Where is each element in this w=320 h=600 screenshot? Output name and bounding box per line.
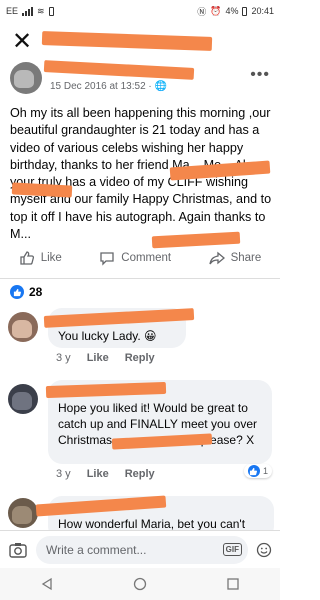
comment-1-avatar[interactable] (8, 312, 38, 342)
back-icon[interactable] (40, 577, 54, 591)
small-battery-icon (48, 6, 54, 16)
status-left: EE ≋ (6, 6, 54, 17)
post-author-row: 15 Dec 2016 at 13:52 · 🌐 ••• (10, 60, 272, 98)
system-nav-bar (0, 568, 280, 600)
share-button[interactable]: Share (208, 250, 262, 266)
like-button[interactable]: Like (19, 250, 62, 266)
home-icon[interactable] (133, 577, 147, 591)
like-label: Like (40, 252, 62, 264)
nfc-icon: Ⓝ (197, 6, 207, 17)
comment-2-reaction-count: 1 (262, 466, 268, 476)
share-icon (208, 251, 225, 265)
battery-percent: 4% (225, 6, 239, 16)
status-right: Ⓝ ⏰ 4% 20:41 (197, 5, 274, 18)
comment-button[interactable]: Comment (99, 250, 171, 266)
comment-input-placeholder: Write a comment... (46, 542, 147, 557)
comment-2-avatar[interactable] (8, 384, 38, 414)
comment-2-time: 3 y (56, 468, 71, 480)
reaction-summary[interactable]: 28 (10, 285, 42, 299)
comment-input[interactable]: Write a comment... GIF (36, 535, 248, 564)
alarm-icon: ⏰ (210, 5, 222, 16)
status-bar: EE ≋ Ⓝ ⏰ 4% 20:41 (0, 0, 280, 22)
carrier-label: EE (6, 6, 19, 16)
comment-2-reply-button[interactable]: Reply (125, 468, 155, 480)
post-author-avatar[interactable] (10, 62, 42, 94)
action-divider (0, 278, 280, 279)
comment-composer: Write a comment... GIF (0, 530, 280, 568)
recents-icon[interactable] (226, 577, 240, 591)
post-date: 15 Dec 2016 at 13:52 · (50, 81, 155, 92)
comment-label: Comment (121, 252, 172, 264)
comment-2-reactions[interactable]: 1 (243, 464, 272, 478)
clock: 20:41 (251, 6, 274, 16)
comment-1-like-button[interactable]: Like (87, 352, 109, 364)
signal-icon (22, 6, 34, 16)
globe-icon: 🌐 (154, 81, 167, 92)
reaction-count: 28 (29, 285, 43, 299)
comment-3-avatar[interactable] (8, 498, 38, 528)
comment-icon (100, 252, 114, 266)
redacted-author-name (43, 60, 195, 80)
comment-1-reply-button[interactable]: Reply (125, 352, 155, 364)
battery-icon (242, 6, 248, 16)
post-action-row: Like Comment Share (0, 244, 280, 272)
more-options-icon[interactable]: ••• (250, 66, 270, 84)
close-icon[interactable]: ✕ (12, 30, 32, 54)
post-meta: 15 Dec 2016 at 13:52 · 🌐 (50, 81, 167, 92)
comment-3-text: How wonderful Maria, bet you can't (58, 517, 246, 530)
comment-2-like-button[interactable]: Like (87, 468, 109, 480)
comment-1-meta: 3 y Like Reply (56, 352, 155, 364)
share-label: Share (230, 252, 262, 264)
comment-1-text: You lucky Lady. 😀 (58, 329, 157, 343)
thumbs-up-icon (20, 251, 34, 265)
gif-button[interactable]: GIF (222, 543, 242, 556)
emoji-icon[interactable] (256, 542, 272, 558)
camera-icon[interactable] (8, 540, 28, 560)
comment-1-time: 3 y (56, 352, 71, 364)
comment-2-like-reaction-icon (247, 465, 260, 477)
like-reaction-icon (10, 285, 24, 299)
wifi-icon: ≋ (37, 5, 45, 16)
comment-2-meta: 3 y Like Reply (56, 468, 155, 480)
